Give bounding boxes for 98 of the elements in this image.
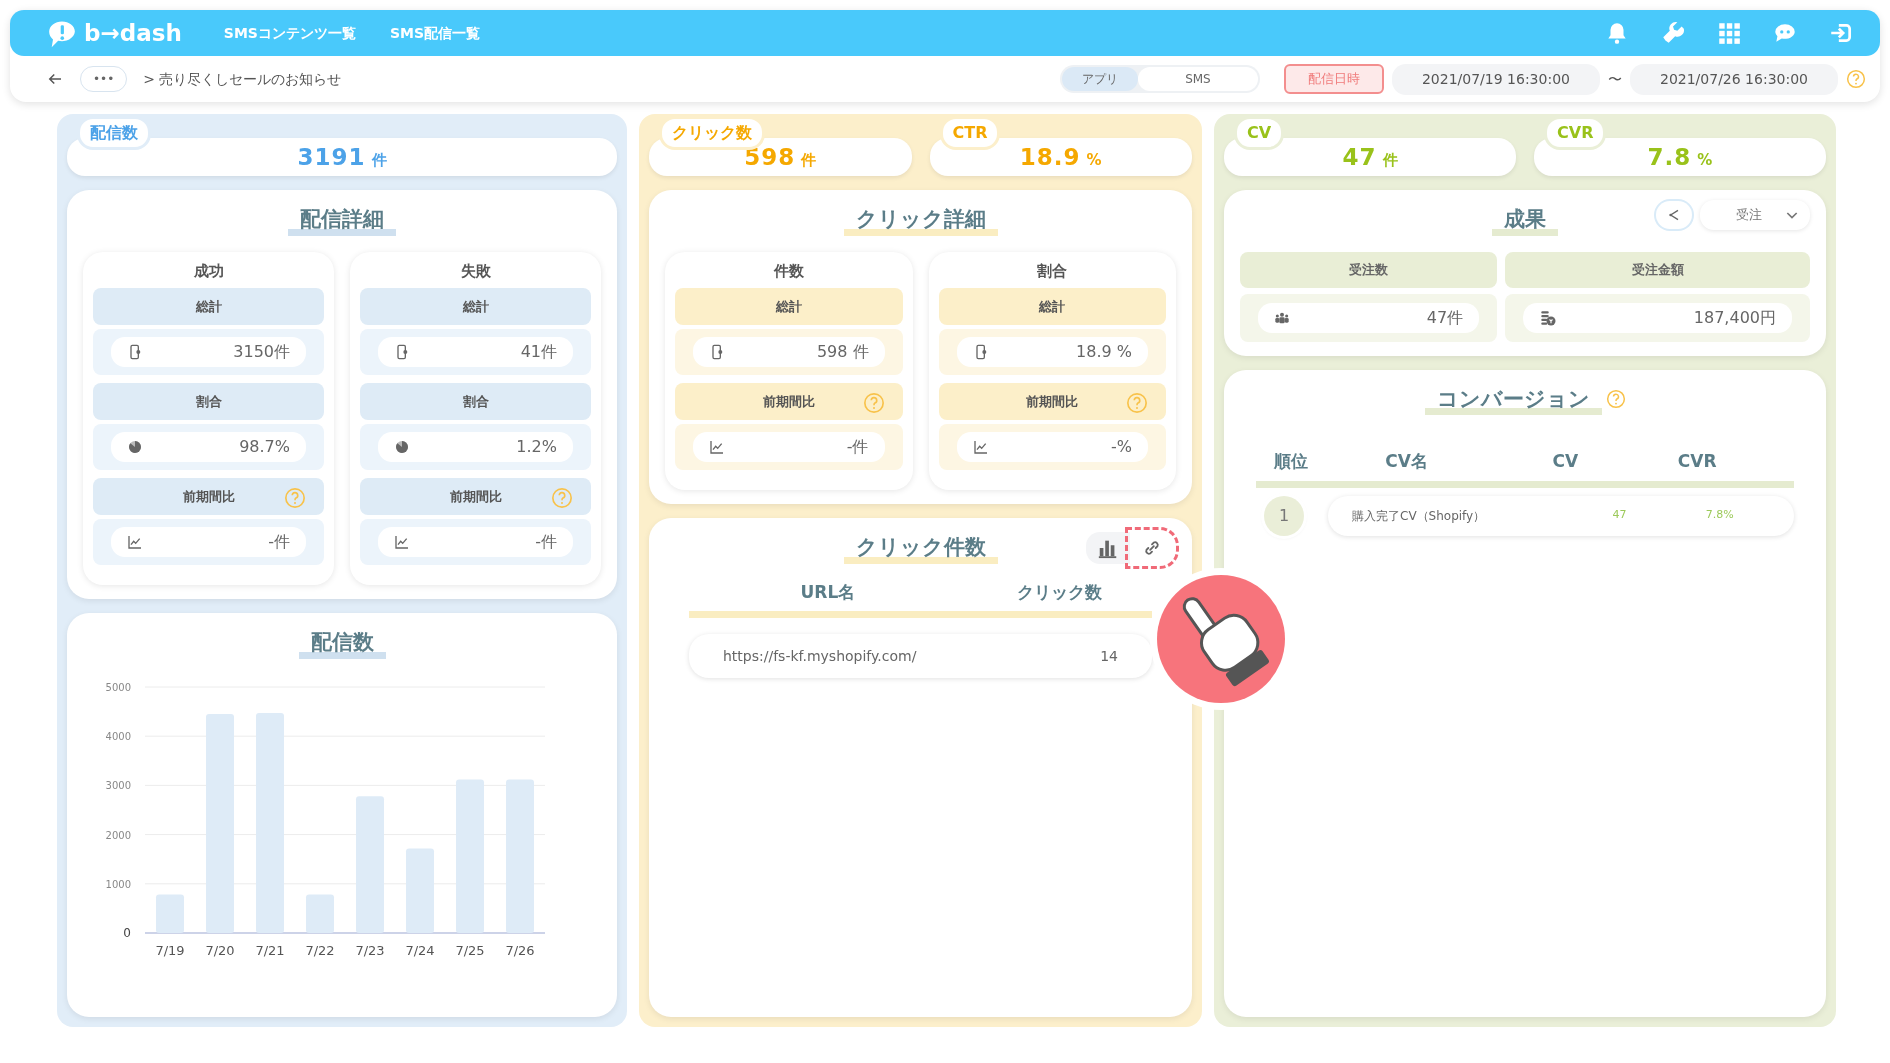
chart-view-button[interactable] bbox=[1086, 532, 1130, 564]
kpi-value: 3191 bbox=[297, 144, 366, 170]
bar bbox=[156, 894, 184, 933]
x-axis-label: 7/22 bbox=[305, 942, 335, 958]
table-cell-text: 14 bbox=[1100, 646, 1118, 666]
trend-chart-icon bbox=[972, 439, 989, 455]
kpi-unit: % bbox=[1086, 151, 1102, 169]
kpi-label: 配信数 bbox=[77, 116, 151, 150]
column-header: 順位 bbox=[1272, 450, 1309, 473]
apps-grid-icon[interactable] bbox=[1716, 20, 1742, 46]
metric-label: 受注数 bbox=[1349, 260, 1389, 279]
kpi-unit: 件 bbox=[1382, 151, 1398, 169]
y-axis-label: 1000 bbox=[105, 878, 131, 890]
group-title: 失敗 bbox=[459, 260, 492, 282]
help-icon[interactable] bbox=[1846, 69, 1866, 89]
help-icon[interactable] bbox=[1126, 392, 1148, 414]
y-axis-label: 2000 bbox=[105, 829, 131, 841]
kpi-label: CVR bbox=[1544, 116, 1607, 150]
phone-icon bbox=[127, 344, 143, 360]
metric-label: 前期間比 bbox=[449, 487, 502, 506]
pie-chart-icon bbox=[127, 439, 143, 455]
x-axis-label: 7/21 bbox=[255, 942, 285, 958]
x-axis-label: 7/24 bbox=[405, 942, 435, 958]
kpi-value: 47 bbox=[1342, 144, 1377, 170]
kpi-unit: 件 bbox=[801, 151, 817, 169]
share-button[interactable] bbox=[1656, 201, 1692, 229]
channel-tab[interactable]: SMS bbox=[1137, 67, 1258, 91]
phone-icon bbox=[709, 344, 725, 360]
group-title: 割合 bbox=[1036, 260, 1069, 282]
more-button[interactable]: ••• bbox=[80, 66, 128, 92]
result-type-dropdown[interactable]: 受注 bbox=[1700, 200, 1810, 230]
kpi-unit: % bbox=[1697, 151, 1713, 169]
column-header: URL名 bbox=[799, 580, 857, 604]
metric-label: 総計 bbox=[1039, 297, 1066, 316]
metric-value: -件 bbox=[535, 531, 557, 553]
logo-text: b→dash bbox=[84, 18, 182, 48]
group-title: 成功 bbox=[192, 260, 225, 282]
x-axis-label: 7/25 bbox=[455, 942, 485, 958]
trend-chart-icon bbox=[394, 534, 410, 550]
help-icon[interactable] bbox=[862, 392, 885, 414]
kpi-label: CTR bbox=[939, 116, 1001, 150]
x-axis-label: 7/19 bbox=[155, 942, 185, 958]
metric-label: 総計 bbox=[775, 297, 802, 316]
start-date-field[interactable]: 2021/07/19 16:30:00 bbox=[1391, 63, 1600, 95]
table-cell-text: 47 bbox=[1611, 507, 1628, 524]
x-axis-label: 7/26 bbox=[505, 942, 535, 958]
trend-chart-icon bbox=[709, 439, 725, 455]
channel-tab[interactable]: アプリ bbox=[1061, 67, 1138, 91]
range-separator: 〜 bbox=[1607, 69, 1622, 89]
breadcrumb-title: > 売り尽くしセールのお知らせ bbox=[143, 69, 342, 89]
metric-value: 1.2% bbox=[516, 436, 557, 458]
metric-value: -件 bbox=[268, 531, 290, 553]
column-header: CV名 bbox=[1384, 450, 1429, 473]
metric-label: 前期間比 bbox=[1026, 392, 1079, 411]
trend-chart-icon bbox=[127, 534, 143, 550]
metric-label: 前期間比 bbox=[182, 487, 235, 506]
metric-label: 総計 bbox=[195, 297, 222, 316]
end-date-field[interactable]: 2021/07/26 16:30:00 bbox=[1629, 63, 1838, 95]
kpi-value: 18.9 bbox=[1019, 144, 1081, 170]
metric-value: 98.7% bbox=[239, 436, 290, 458]
metric-label: 前期間比 bbox=[762, 392, 815, 411]
y-axis-label: 3000 bbox=[105, 779, 131, 791]
metric-value: 18.9 % bbox=[1076, 341, 1132, 363]
kpi-unit: 件 bbox=[371, 151, 387, 169]
table-cell-text: 7.8% bbox=[1704, 507, 1735, 524]
group-title: 件数 bbox=[772, 260, 805, 282]
table-cell-text: 購入完了CV（Shopify） bbox=[1352, 507, 1487, 525]
metric-value: 41件 bbox=[520, 341, 557, 363]
metric-value: 3150件 bbox=[233, 341, 290, 363]
pie-chart-icon bbox=[394, 439, 410, 455]
column-header: CVR bbox=[1676, 450, 1718, 473]
coins-icon bbox=[1539, 308, 1558, 327]
metric-label: 割合 bbox=[462, 392, 489, 411]
phone-icon bbox=[394, 344, 410, 360]
x-axis-label: 7/20 bbox=[205, 942, 235, 958]
metric-value: -% bbox=[1111, 436, 1132, 458]
metric-value: 187,400円 bbox=[1693, 306, 1776, 329]
x-axis-label: 7/23 bbox=[355, 942, 385, 958]
wrench-icon[interactable] bbox=[1660, 20, 1686, 46]
y-axis-label: 5000 bbox=[105, 681, 131, 693]
bar bbox=[306, 894, 334, 933]
rank-badge: 1 bbox=[1264, 495, 1304, 536]
kpi-value: 7.8 bbox=[1647, 144, 1692, 170]
metric-value: 598 件 bbox=[816, 341, 869, 363]
metric-value: -件 bbox=[846, 436, 869, 458]
y-axis-label: 0 bbox=[123, 925, 131, 940]
column-header: クリック数 bbox=[1015, 580, 1103, 604]
help-icon[interactable] bbox=[1605, 389, 1626, 410]
metric-label: 総計 bbox=[462, 297, 489, 316]
kpi-label: CV bbox=[1234, 116, 1285, 150]
metric-value: 47件 bbox=[1426, 306, 1464, 329]
column-header: CV bbox=[1551, 450, 1580, 473]
metric-label: 受注金額 bbox=[1631, 260, 1684, 279]
table-cell-text: https://fs-kf.myshopify.com/ bbox=[723, 646, 917, 666]
metric-label: 割合 bbox=[195, 392, 222, 411]
y-axis-label: 4000 bbox=[105, 730, 131, 742]
help-icon[interactable] bbox=[284, 487, 306, 509]
help-icon[interactable] bbox=[551, 487, 573, 509]
